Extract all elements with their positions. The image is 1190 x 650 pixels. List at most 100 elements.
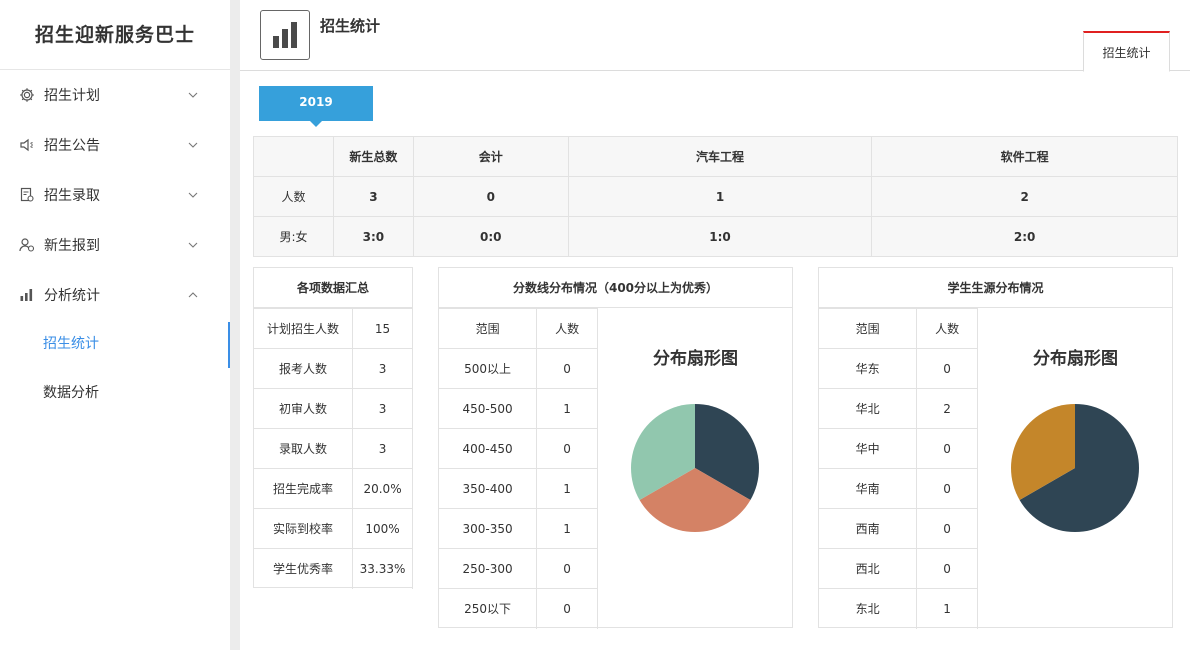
summary-panel: 各项数据汇总 计划招生人数 15 报考人数 3 初审人数 3 录取人数 3 招生完成率 2… xyxy=(253,267,413,589)
table-cell: 华东 xyxy=(819,348,918,389)
table-header-cell: 软件工程 xyxy=(871,136,1178,177)
bar-chart-icon xyxy=(260,10,310,60)
table-cell: 1 xyxy=(536,508,598,549)
table-cell: 15 xyxy=(352,308,413,349)
table-cell: 人数 xyxy=(253,176,334,217)
table-row: 实际到校率 100% xyxy=(254,508,413,549)
users-icon xyxy=(18,236,36,254)
table-header-row: 范围 人数 xyxy=(819,308,978,349)
table-cell: 1 xyxy=(567,176,873,217)
table-cell: 450-500 xyxy=(439,388,538,429)
sidebar-item-analytics[interactable]: 分析统计 xyxy=(0,270,230,320)
table-header-row: 新生总数 会计 汽车工程 软件工程 xyxy=(253,136,1178,177)
table-cell: 0 xyxy=(916,428,978,469)
bar-chart-icon xyxy=(18,286,36,304)
table-cell: 华南 xyxy=(819,468,918,509)
table-cell: 1 xyxy=(536,468,598,509)
table-cell: 0 xyxy=(412,176,569,217)
tab-enrollment-stats[interactable]: 招生统计 xyxy=(1083,31,1170,72)
table-header-cell: 新生总数 xyxy=(332,136,414,177)
pie-chart-title: 分布扇形图 xyxy=(653,349,738,369)
table-row: 华南 0 xyxy=(819,468,978,509)
table-row: 学生优秀率 33.33% xyxy=(254,548,413,589)
table-cell: 400-450 xyxy=(439,428,538,469)
table-cell: 0 xyxy=(536,348,598,389)
table-header-cell: 人数 xyxy=(916,308,978,349)
table-row: 250-300 0 xyxy=(439,548,598,589)
summary-table: 计划招生人数 15 报考人数 3 初审人数 3 录取人数 3 招生完成率 20.0% 实际… xyxy=(254,308,413,589)
gear-icon xyxy=(18,86,36,104)
score-pie-chart xyxy=(631,404,759,532)
table-cell: 3 xyxy=(352,428,413,469)
sidebar-item-announcement[interactable]: 招生公告 xyxy=(0,120,230,170)
year-tab[interactable]: 2019 xyxy=(259,86,373,127)
table-row: 录取人数 3 xyxy=(254,428,413,469)
table-cell: 男:女 xyxy=(253,216,334,257)
table-row: 西北 0 xyxy=(819,548,978,589)
brand-title: 招生迎新服务巴士 xyxy=(0,0,230,70)
table-header-cell: 范围 xyxy=(819,308,918,349)
table-header-cell xyxy=(253,136,334,177)
page-title: 招生统计 xyxy=(320,17,381,35)
table-cell: 250以下 xyxy=(439,588,538,629)
sidebar-item-plan[interactable]: 招生计划 xyxy=(0,70,230,120)
table-cell: 0:0 xyxy=(412,216,569,257)
table-cell: 3:0 xyxy=(332,216,414,257)
table-header-cell: 范围 xyxy=(439,308,538,349)
table-header-cell: 人数 xyxy=(536,308,598,349)
table-cell: 33.33% xyxy=(352,548,413,589)
table-cell: 0 xyxy=(536,428,598,469)
table-row: 报考人数 3 xyxy=(254,348,413,389)
sidebar-item-admission[interactable]: 招生录取 xyxy=(0,170,230,220)
table-cell: 招生完成率 xyxy=(254,468,354,509)
table-row: 人数 3 0 1 2 xyxy=(253,176,1178,217)
table-row: 250以下 0 xyxy=(439,588,598,629)
table-row: 计划招生人数 15 xyxy=(254,308,413,349)
table-cell: 西北 xyxy=(819,548,918,589)
sidebar-item-label: 招生录取 xyxy=(44,188,100,204)
panel-title: 各项数据汇总 xyxy=(254,268,412,308)
table-cell: 0 xyxy=(916,348,978,389)
table-cell: 2 xyxy=(916,388,978,429)
table-row: 华北 2 xyxy=(819,388,978,429)
table-cell: 300-350 xyxy=(439,508,538,549)
table-cell: 2 xyxy=(871,176,1178,217)
table-row: 初审人数 3 xyxy=(254,388,413,429)
table-cell: 2:0 xyxy=(871,216,1178,257)
sidebar-item-registration[interactable]: 新生报到 xyxy=(0,220,230,270)
sidebar-divider xyxy=(230,0,240,650)
table-cell: 实际到校率 xyxy=(254,508,354,549)
sidebar-subitem-enrollment-stats[interactable]: 招生统计 xyxy=(0,320,230,369)
table-cell: 0 xyxy=(916,548,978,589)
table-cell: 华中 xyxy=(819,428,918,469)
table-cell: 0 xyxy=(916,508,978,549)
table-cell: 计划招生人数 xyxy=(254,308,354,349)
table-cell: 3 xyxy=(352,348,413,389)
table-row: 东北 1 xyxy=(819,588,978,629)
table-cell: 1 xyxy=(536,388,598,429)
score-table: 范围 人数 500以上 0 450-500 1 400-450 0 350-400 1 3… xyxy=(439,308,598,629)
table-row: 男:女 3:0 0:0 1:0 2:0 xyxy=(253,216,1178,257)
table-cell: 0 xyxy=(536,548,598,589)
chevron-down-icon xyxy=(188,242,198,248)
sidebar-item-label: 招生计划 xyxy=(44,88,100,104)
table-row: 350-400 1 xyxy=(439,468,598,509)
table-cell: 西南 xyxy=(819,508,918,549)
sidebar-subitem-data-analysis[interactable]: 数据分析 xyxy=(0,369,230,418)
sidebar-item-label: 招生公告 xyxy=(44,138,100,154)
document-icon xyxy=(18,186,36,204)
chevron-down-icon xyxy=(188,142,198,148)
table-row: 西南 0 xyxy=(819,508,978,549)
table-cell: 报考人数 xyxy=(254,348,354,389)
table-cell: 3 xyxy=(332,176,414,217)
table-row: 华东 0 xyxy=(819,348,978,389)
table-cell: 1 xyxy=(916,588,978,629)
chevron-down-icon xyxy=(188,92,198,98)
table-cell: 100% xyxy=(352,508,413,549)
region-pie-chart xyxy=(1011,404,1139,532)
panel-title: 分数线分布情况（400分以上为优秀） xyxy=(439,268,792,308)
table-header-cell: 会计 xyxy=(412,136,569,177)
table-row: 450-500 1 xyxy=(439,388,598,429)
region-table: 范围 人数 华东 0 华北 2 华中 0 华南 0 西南 0 西北 0 东北 1 xyxy=(819,308,978,629)
score-distribution-panel: 分数线分布情况（400分以上为优秀） 范围 人数 500以上 0 450-500 1 … xyxy=(438,267,793,629)
